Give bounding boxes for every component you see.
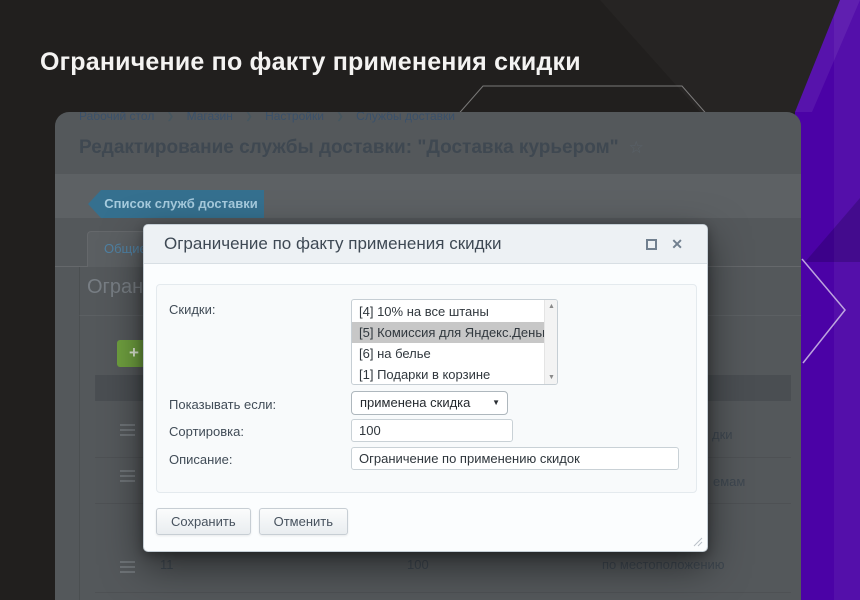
drag-handle-icon[interactable] (120, 561, 135, 573)
row-divider (95, 592, 791, 593)
modal-window-controls: ✕ (646, 237, 683, 251)
breadcrumb-item-delivery-services[interactable]: Службы доставки (356, 112, 455, 123)
discounts-multiselect[interactable]: [4] 10% на все штаны [5] Комиссия для Ян… (351, 299, 558, 385)
drag-handle-icon[interactable] (120, 424, 135, 436)
favorite-star-icon[interactable]: ☆ (629, 138, 644, 157)
delivery-services-list-button[interactable]: Список служб доставки (88, 190, 264, 218)
row-description-fragment: дки (712, 427, 733, 442)
modal-fieldset: Скидки: [4] 10% на все штаны [5] Комисси… (156, 284, 697, 493)
breadcrumb-separator-icon: ❯ (245, 112, 253, 121)
breadcrumb-item-shop[interactable]: Магазин (187, 112, 233, 123)
discounts-label: Скидки: (169, 302, 215, 317)
discount-option[interactable]: [6] на белье (352, 343, 544, 364)
row-description-fragment: емам (713, 474, 745, 489)
breadcrumb-separator-icon: ❯ (167, 112, 175, 121)
row-id-cell: 11 (160, 557, 174, 572)
page-title-text: Редактирование службы доставки: "Доставк… (79, 137, 619, 158)
discount-option[interactable]: [4] 10% на все штаны (352, 301, 544, 322)
drag-handle-icon[interactable] (120, 470, 135, 482)
scroll-down-icon[interactable]: ▼ (545, 374, 558, 381)
modal-header: Ограничение по факту применения скидки ✕ (144, 225, 707, 264)
discounts-options: [4] 10% на все штаны [5] Комиссия для Ян… (352, 301, 544, 385)
show-if-selected-value: применена скидка (360, 395, 470, 410)
show-if-label: Показывать если: (169, 397, 276, 412)
row-description-cell: по местоположению (602, 557, 725, 572)
description-label: Описание: (169, 452, 232, 467)
content-left-border (79, 267, 80, 600)
row-sorting-cell: 100 (407, 557, 429, 572)
restriction-modal-dialog: Ограничение по факту применения скидки ✕… (143, 224, 708, 552)
scroll-up-icon[interactable]: ▲ (545, 303, 558, 310)
breadcrumb-item-settings[interactable]: Настройки (265, 112, 324, 123)
scrollbar[interactable]: ▲ ▼ (544, 300, 557, 384)
chevron-outline-decor (795, 255, 851, 367)
cancel-button[interactable]: Отменить (259, 508, 348, 535)
modal-title: Ограничение по факту применения скидки (164, 234, 646, 254)
description-input[interactable] (351, 447, 679, 470)
breadcrumb-item-desktop[interactable]: Рабочий стол (79, 112, 154, 123)
resize-grip-icon[interactable] (692, 536, 703, 547)
modal-footer: Сохранить Отменить (156, 508, 348, 535)
close-icon[interactable]: ✕ (671, 237, 683, 251)
screenshot-stage: Ограничение по факту применения скидки Р… (0, 0, 860, 600)
maximize-icon[interactable] (646, 239, 657, 250)
show-if-select[interactable]: применена скидка ▼ (351, 391, 508, 415)
breadcrumb-separator-icon: ❯ (336, 112, 344, 121)
banner-title: Ограничение по факту применения скидки (40, 48, 581, 77)
dropdown-arrow-icon: ▼ (492, 399, 500, 407)
breadcrumb: Рабочий стол ❯ Магазин ❯ Настройки ❯ Слу… (79, 112, 455, 123)
sorting-label: Сортировка: (169, 424, 244, 439)
sorting-input[interactable] (351, 419, 513, 442)
discount-option-selected[interactable]: [5] Комиссия для Яндекс.Деньги (352, 322, 544, 343)
save-button[interactable]: Сохранить (156, 508, 251, 535)
page-title: Редактирование службы доставки: "Доставк… (79, 137, 644, 159)
discount-option[interactable]: [1] Подарки в корзине (352, 364, 544, 385)
